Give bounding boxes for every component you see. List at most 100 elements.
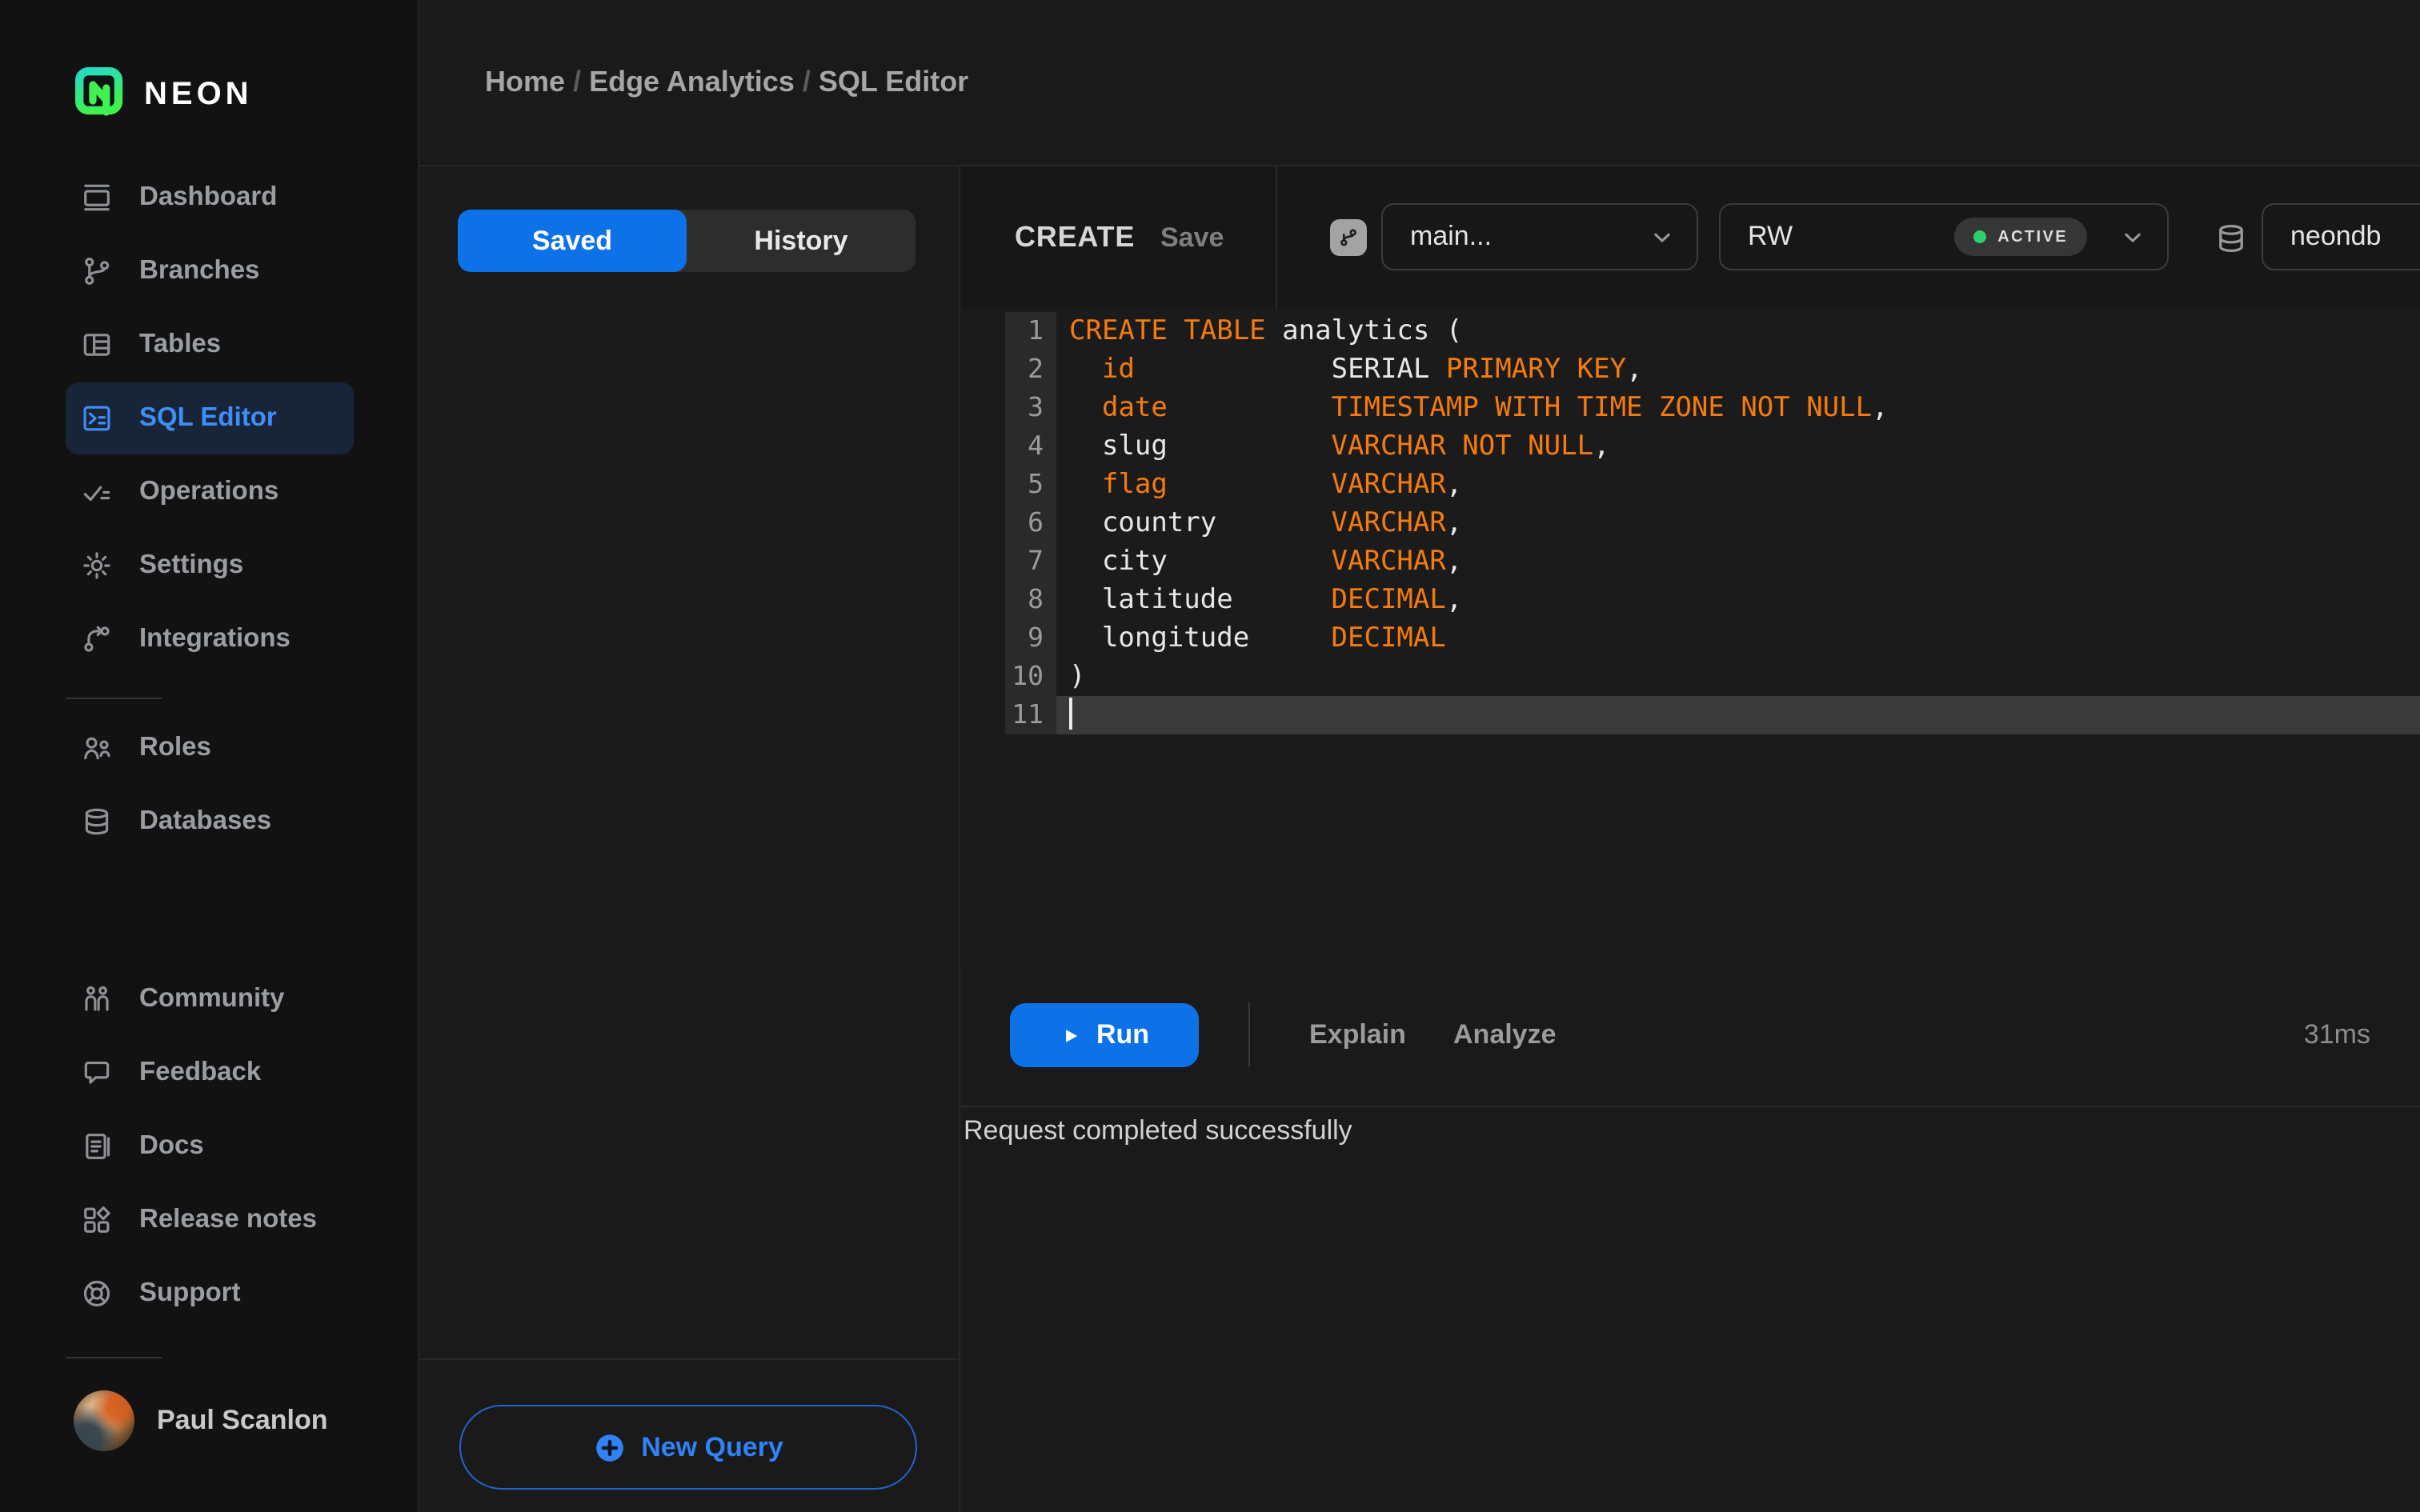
sidebar-item-label: Branches — [139, 256, 260, 285]
query-duration: 31ms — [2303, 1019, 2370, 1050]
support-icon — [80, 1277, 114, 1310]
code-line: date TIMESTAMP WITH TIME ZONE NOT NULL, — [1101, 392, 1889, 424]
sidebar-item-label: Databases — [139, 806, 272, 835]
sidebar: NEON Dashboard Branches Tables SQL Editor Op… — [0, 0, 419, 1512]
branches-icon — [80, 254, 114, 288]
sidebar-item-docs[interactable]: Docs — [66, 1110, 354, 1182]
breadcrumb-item-edge-analytics[interactable]: Edge Analytics — [589, 66, 795, 99]
code-line: latitude DECIMAL, — [1069, 584, 1463, 616]
sidebar-item-label: Support — [139, 1278, 241, 1307]
query-title: CREATE — [1015, 221, 1136, 253]
status-badge-label: ACTIVE — [1997, 228, 2068, 246]
sidebar-item-label: Roles — [139, 733, 211, 762]
integrations-icon — [80, 622, 114, 656]
line-number-gutter: 1 2 3 4 5 6 7 8 9 10 11 — [1005, 312, 1056, 734]
text-cursor — [1069, 698, 1072, 730]
saved-history-toggle: Saved History — [458, 210, 916, 272]
line-number: 2 — [1028, 354, 1044, 384]
sidebar-item-integrations[interactable]: Integrations — [66, 603, 354, 675]
branch-icon-button[interactable] — [1330, 219, 1367, 256]
sidebar-item-tables[interactable]: Tables — [66, 309, 354, 381]
code-line — [1056, 696, 2420, 734]
compute-select-value: RW — [1748, 221, 1793, 251]
neon-logo-icon — [75, 67, 123, 122]
sidebar-item-support[interactable]: Support — [66, 1258, 354, 1330]
breadcrumb-separator: / — [565, 66, 590, 98]
neon-logo[interactable]: NEON — [75, 67, 253, 122]
sidebar-item-label: Community — [139, 984, 285, 1013]
line-number: 5 — [1028, 469, 1044, 499]
dashboard-icon — [80, 181, 114, 214]
branch-icon — [1336, 226, 1360, 250]
line-number: 10 — [1012, 661, 1044, 691]
analyze-button[interactable]: Analyze — [1444, 966, 1566, 1104]
sql-editor-icon — [80, 402, 114, 435]
sidebar-item-label: Settings — [139, 550, 244, 579]
run-bar-divider — [1248, 1003, 1250, 1067]
new-query-button[interactable]: New Query — [459, 1405, 917, 1490]
run-button[interactable]: Run — [1010, 1003, 1199, 1067]
community-icon — [80, 982, 114, 1016]
brand-name: NEON — [144, 76, 253, 111]
branch-select-value: main... — [1410, 221, 1492, 251]
code-line: id SERIAL PRIMARY KEY, — [1101, 354, 1643, 386]
branch-select[interactable]: main... — [1381, 203, 1698, 270]
sidebar-item-settings[interactable]: Settings — [66, 530, 354, 602]
databases-icon — [80, 805, 114, 838]
sidebar-item-roles[interactable]: Roles — [66, 712, 354, 784]
settings-icon — [80, 549, 114, 582]
sidebar-item-label: Dashboard — [139, 182, 278, 211]
line-number: 1 — [1028, 315, 1044, 346]
sidebar-item-label: SQL Editor — [139, 403, 277, 432]
code-line: slug VARCHAR NOT NULL, — [1069, 430, 1610, 462]
sidebar-item-operations[interactable]: Operations — [66, 456, 354, 528]
sidebar-item-feedback[interactable]: Feedback — [66, 1037, 354, 1109]
release-notes-icon — [80, 1203, 114, 1237]
editor-panel: CREATE Save main... RW ACTIVE neondb CRE… — [960, 166, 2420, 1512]
chevron-down-icon — [1649, 223, 1676, 250]
operations-icon — [80, 475, 114, 509]
sidebar-item-label: Operations — [139, 477, 279, 506]
feedback-icon — [80, 1056, 114, 1090]
code-lines: CREATE TABLE analytics ( id SERIAL PRIMA… — [960, 312, 2420, 734]
explain-button[interactable]: Explain — [1300, 966, 1416, 1104]
editor-header: CREATE Save main... RW ACTIVE neondb — [960, 166, 2420, 310]
sidebar-nav-secondary: Roles Databases — [66, 712, 354, 859]
topbar: Home / Edge Analytics / SQL Editor — [419, 0, 2420, 166]
sidebar-divider — [66, 698, 162, 699]
database-select[interactable]: neondb — [2262, 203, 2420, 270]
roles-icon — [80, 731, 114, 765]
run-button-label: Run — [1096, 1019, 1150, 1050]
sidebar-item-databases[interactable]: Databases — [66, 786, 354, 858]
sidebar-item-dashboard[interactable]: Dashboard — [66, 162, 354, 234]
sidebar-item-branches[interactable]: Branches — [66, 235, 354, 307]
database-select-value: neondb — [2290, 221, 2382, 251]
breadcrumb: Home / Edge Analytics / SQL Editor — [485, 0, 968, 165]
breadcrumb-item-home[interactable]: Home — [485, 66, 565, 99]
database-icon — [2214, 219, 2249, 258]
queries-panel: Saved History New Query — [419, 166, 960, 1512]
compute-select[interactable]: RW ACTIVE — [1719, 203, 2169, 270]
tab-saved[interactable]: Saved — [458, 210, 687, 272]
results-divider — [960, 1106, 2420, 1107]
tab-history[interactable]: History — [687, 210, 916, 272]
neon-console: NEON Dashboard Branches Tables SQL Editor Op… — [0, 0, 2420, 1512]
sql-code-editor[interactable]: CREATE TABLE analytics ( id SERIAL PRIMA… — [960, 309, 2420, 966]
breadcrumb-item-sql-editor[interactable]: SQL Editor — [819, 66, 968, 99]
status-badge: ACTIVE — [1954, 218, 2087, 256]
sidebar-item-release-notes[interactable]: Release notes — [66, 1184, 354, 1256]
sidebar-item-sql-editor[interactable]: SQL Editor — [66, 382, 354, 454]
code-line: CREATE TABLE analytics ( — [1069, 315, 1463, 347]
save-button[interactable]: Save — [1160, 166, 1224, 309]
sidebar-item-label: Docs — [139, 1131, 204, 1160]
queries-panel-footer: New Query — [419, 1358, 959, 1512]
code-line: flag VARCHAR, — [1101, 469, 1463, 501]
sidebar-item-label: Tables — [139, 330, 222, 358]
play-icon — [1060, 1025, 1080, 1046]
breadcrumb-separator: / — [794, 66, 819, 98]
sidebar-nav-main: Dashboard Branches Tables SQL Editor Operati… — [66, 162, 354, 677]
sidebar-item-community[interactable]: Community — [66, 963, 354, 1035]
docs-icon — [80, 1130, 114, 1163]
status-dot-icon — [1973, 230, 1987, 243]
user-menu[interactable]: Paul Scanlon — [74, 1390, 328, 1451]
